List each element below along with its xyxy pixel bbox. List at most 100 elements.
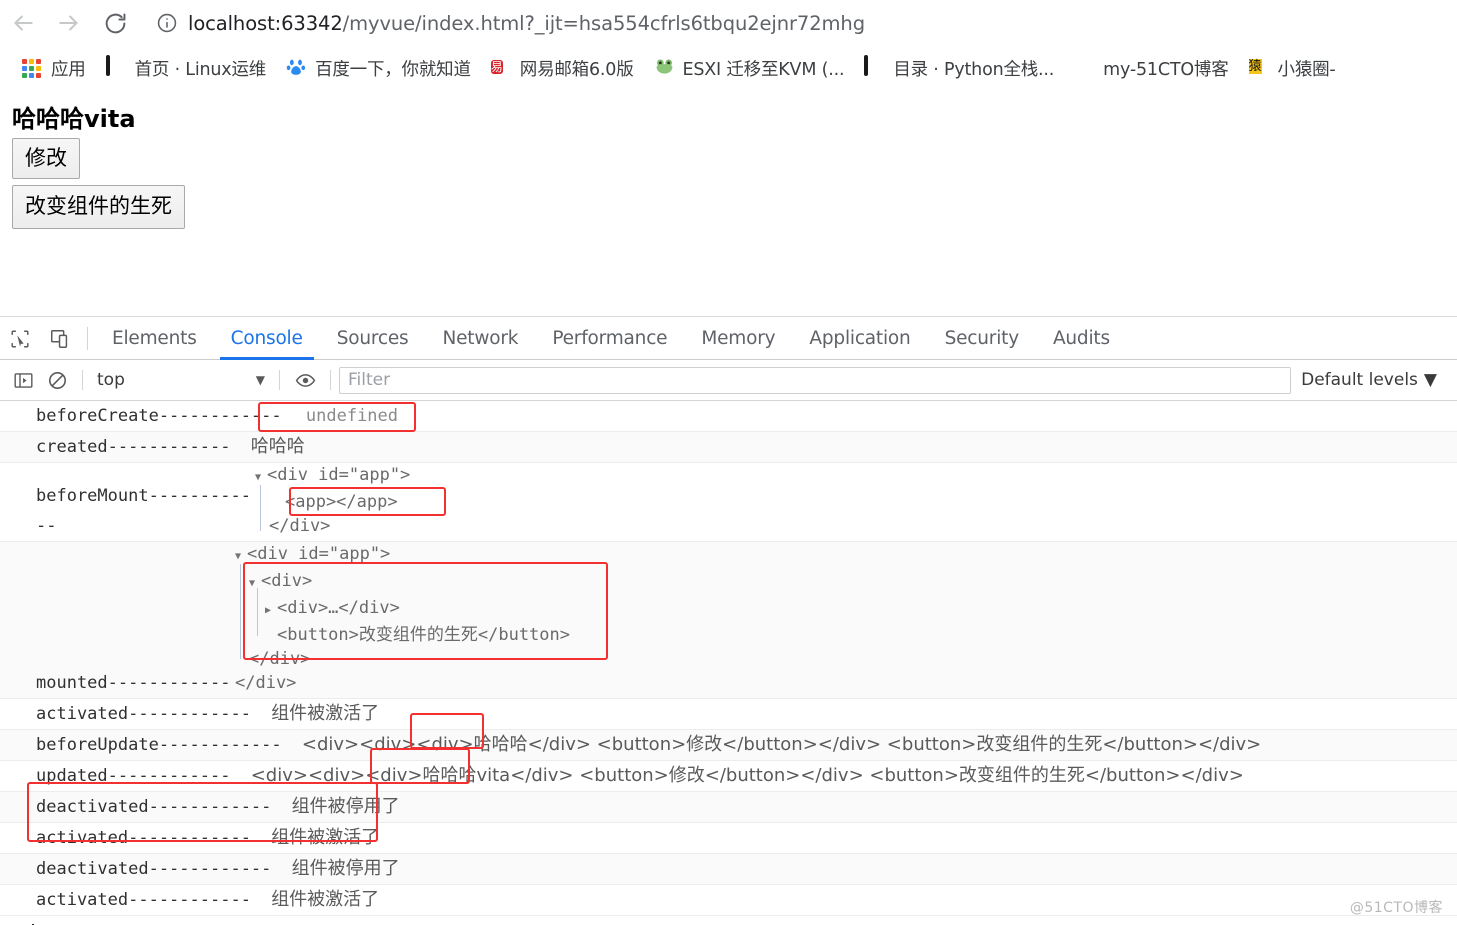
dom-line-text: </div> — [249, 649, 311, 669]
modify-button[interactable]: 修改 — [12, 138, 80, 180]
bookmark-linux-home[interactable]: 首页 · Linux运维 — [100, 53, 272, 83]
console-message-row[interactable]: created------------ 哈哈哈 — [0, 432, 1457, 463]
log-label: beforeUpdate------------ — [36, 735, 282, 755]
devtools-tabbar: Elements Console Sources Network Perform… — [0, 318, 1457, 360]
forward-button[interactable] — [46, 0, 92, 46]
collapse-arrow-icon[interactable]: ▶ — [265, 599, 277, 623]
console-sidebar-button[interactable] — [6, 370, 40, 391]
log-value: 组件被激活了 — [271, 889, 380, 910]
back-button[interactable] — [0, 0, 46, 46]
console-message-row[interactable]: activated------------ 组件被激活了 — [0, 885, 1457, 916]
dom-tree-line[interactable]: <app></app> — [255, 490, 1457, 514]
book-icon — [864, 55, 886, 79]
apps-grid-icon — [22, 57, 44, 79]
log-levels-label: Default levels — [1301, 370, 1418, 390]
url-text: localhost:63342/myvue/index.html?_ijt=hs… — [188, 12, 865, 35]
dom-tree-line[interactable]: <button>改变组件的生死</button> — [235, 623, 1457, 647]
log-label: beforeCreate------------ — [36, 406, 282, 426]
device-toolbar-button[interactable] — [40, 318, 80, 359]
paw-glyph — [286, 59, 306, 75]
console-message-row[interactable]: deactivated------------ 组件被停用了 — [0, 792, 1457, 823]
bookmark-xiaoyuanquan[interactable]: 猿 小猿圈- — [1243, 53, 1342, 83]
log-label: updated------------ — [36, 766, 231, 786]
expand-arrow-icon[interactable]: ▼ — [255, 466, 267, 490]
live-expression-button[interactable] — [288, 370, 322, 391]
bookmark-label: my-51CTO博客 — [1103, 59, 1229, 80]
log-label: activated------------ — [36, 828, 251, 848]
dom-tree-line[interactable]: ▶ <div>…</div> — [235, 596, 1457, 623]
console-filter-input[interactable]: Filter — [339, 366, 1292, 394]
tab-console[interactable]: Console — [214, 318, 320, 360]
tab-network[interactable]: Network — [425, 318, 535, 359]
log-value: undefined — [305, 406, 399, 426]
address-bar[interactable]: localhost:63342/myvue/index.html?_ijt=hs… — [146, 6, 1457, 40]
log-value: 组件被停用了 — [291, 858, 400, 879]
toolbar-divider — [330, 370, 331, 390]
baidu-paw-icon — [286, 57, 308, 79]
yuan-icon: 猿 — [1248, 59, 1262, 74]
bookmark-label: 小猿圈- — [1277, 59, 1336, 80]
bookmark-label: 应用 — [51, 59, 86, 80]
bookmark-my-51cto-blog[interactable]: my-51CTO博客 — [1068, 53, 1234, 83]
bookmark-baidu[interactable]: 百度一下，你就知道 — [280, 53, 477, 83]
console-message-row[interactable]: beforeMount------------ ▼ <div id="app"> … — [0, 463, 1457, 542]
inspect-element-button[interactable] — [0, 318, 40, 359]
toolbar-divider — [279, 370, 280, 390]
dom-tree[interactable]: ▼ <div id="app"> ▼ <div> ▶ <div>…</div> <bu… — [235, 542, 1457, 698]
inspect-element-icon — [11, 329, 29, 348]
tab-application[interactable]: Application — [792, 318, 927, 359]
dom-line-text: <div>…</div> — [277, 598, 400, 618]
bookmark-label: 百度一下，你就知道 — [315, 59, 471, 80]
dom-tree-line[interactable]: ▼ <div> — [235, 569, 1457, 596]
log-value: 组件被激活了 — [271, 703, 380, 724]
toolbar-divider — [87, 327, 88, 350]
url-path: /myvue/index.html?_ijt=hsa554cfrls6tbqu2… — [342, 11, 865, 35]
dom-tree-line[interactable]: ▼ <div id="app"> — [235, 542, 1457, 569]
bookmark-esxi-kvm[interactable]: ESXI 迁移至KVM (... — [648, 53, 851, 83]
console-message-row[interactable]: updated------------ <div><div><div>哈哈哈vi… — [0, 761, 1457, 792]
tab-memory[interactable]: Memory — [684, 318, 792, 359]
console-message-row[interactable]: activated------------ 组件被激活了 — [0, 699, 1457, 730]
console-message-row[interactable]: beforeCreate------------ undefined — [0, 401, 1457, 432]
console-message-row[interactable]: deactivated------------ 组件被停用了 — [0, 854, 1457, 885]
bookmark-netease-mail[interactable]: 易 网易邮箱6.0版 — [485, 53, 640, 83]
dom-tree[interactable]: ▼ <div id="app"> <app></app> </div> — [255, 463, 1457, 541]
dom-tree-line[interactable]: </div> — [235, 671, 1457, 695]
dom-tree-line[interactable]: </div> — [235, 647, 1457, 671]
back-arrow-icon — [14, 15, 33, 31]
browser-window: localhost:63342/myvue/index.html?_ijt=hs… — [0, 0, 1457, 925]
console-message-row[interactable]: beforeUpdate------------ <div><div><div>… — [0, 730, 1457, 761]
log-value: <div><div><div>哈哈哈vita</div> <button>修改<… — [250, 765, 1244, 786]
console-message-row[interactable]: mounted------------ ▼ <div id="app"> ▼ <di… — [0, 542, 1457, 699]
tab-audits[interactable]: Audits — [1036, 318, 1127, 359]
tab-sources[interactable]: Sources — [320, 318, 426, 359]
toolbar-divider — [82, 370, 83, 390]
log-label: activated------------ — [36, 890, 251, 910]
bookmark-apps[interactable]: 应用 — [16, 53, 92, 83]
browser-toolbar: localhost:63342/myvue/index.html?_ijt=hs… — [0, 0, 1457, 46]
bookmark-label: 首页 · Linux运维 — [134, 59, 267, 80]
dom-tree-line[interactable]: </div> — [255, 514, 1457, 538]
console-message-list: beforeCreate------------ undefined creat… — [0, 401, 1457, 925]
url-host: localhost:63342 — [188, 11, 343, 35]
tab-performance[interactable]: Performance — [535, 318, 684, 359]
console-prompt[interactable]: › — [0, 916, 1457, 925]
tab-security[interactable]: Security — [928, 318, 1036, 359]
page-viewport: 哈哈哈vita 修改 改变组件的生死 — [0, 90, 1457, 317]
log-levels-select[interactable]: Default levels ▼ — [1301, 370, 1457, 390]
dom-tree-line[interactable]: ▼ <div id="app"> — [255, 463, 1457, 490]
site-info-icon[interactable] — [156, 12, 178, 34]
forward-arrow-icon — [59, 15, 78, 31]
toggle-component-lifecycle-button[interactable]: 改变组件的生死 — [12, 185, 185, 230]
bookmarks-bar: 应用 首页 · Linux运维 百度一下，你就知道 易 网易邮箱6.0版 ESX… — [0, 46, 1457, 90]
expand-arrow-icon[interactable]: ▼ — [235, 545, 247, 569]
console-message-row[interactable]: activated------------ 组件被激活了 — [0, 823, 1457, 854]
reload-button[interactable] — [92, 0, 138, 46]
devtools-tabs: Elements Console Sources Network Perform… — [95, 318, 1127, 360]
bookmark-python-catalog[interactable]: 目录 · Python全栈... — [858, 53, 1060, 83]
log-label: created------------ — [36, 437, 231, 457]
expand-arrow-icon[interactable]: ▼ — [249, 572, 261, 596]
execution-context-select[interactable]: top ▼ — [91, 367, 271, 393]
clear-console-button[interactable] — [40, 370, 74, 391]
tab-elements[interactable]: Elements — [95, 318, 214, 359]
